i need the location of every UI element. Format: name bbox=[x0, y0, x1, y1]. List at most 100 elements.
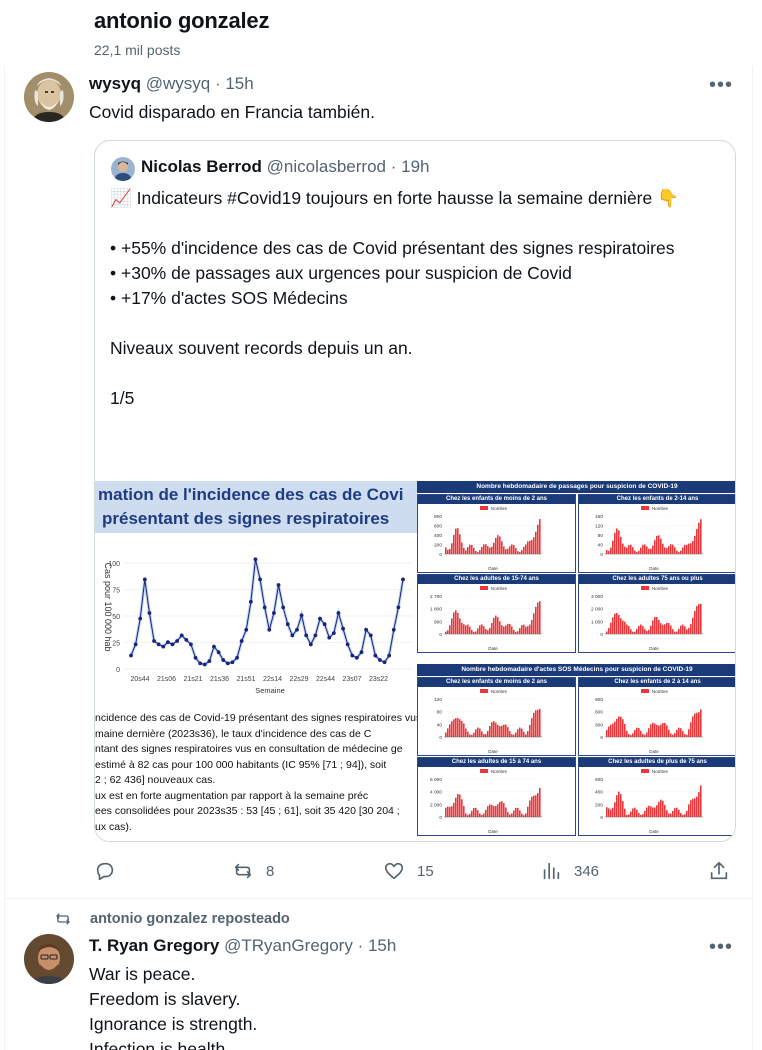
mini-bar bbox=[519, 552, 521, 554]
chart-point bbox=[138, 616, 143, 621]
chart-point bbox=[396, 605, 401, 610]
like-button[interactable]: 15 bbox=[383, 857, 434, 885]
chart-xtick: 22s14 bbox=[263, 676, 282, 683]
mini-bar bbox=[449, 625, 451, 634]
mini-bar bbox=[696, 712, 698, 737]
slide-description-line: ux cas). bbox=[95, 820, 132, 833]
mini-bar bbox=[527, 806, 529, 817]
incidence-slide-image[interactable]: mation de l'incidence des cas de Covi pr… bbox=[95, 481, 417, 841]
mini-bar bbox=[608, 628, 610, 634]
mini-bar bbox=[666, 547, 668, 554]
mini-bar bbox=[678, 727, 680, 737]
display-name[interactable]: T. Ryan Gregory bbox=[89, 936, 219, 955]
chart-point bbox=[368, 633, 373, 638]
quote-display-name[interactable]: Nicolas Berrod bbox=[141, 157, 262, 176]
chart-ylabel: Cas pour 100 000 hab bbox=[103, 562, 113, 651]
mini-bar bbox=[499, 536, 501, 554]
mini-ytick: 120 bbox=[434, 697, 442, 703]
mini-bar bbox=[465, 550, 467, 554]
like-icon bbox=[384, 862, 404, 880]
mini-bar bbox=[487, 806, 489, 817]
quote-tweet[interactable]: Nicolas Berrod @nicolasberrod · 19h 📈 In… bbox=[94, 140, 736, 842]
chart-point bbox=[129, 653, 133, 658]
handle[interactable]: @TRyanGregory bbox=[224, 936, 353, 955]
mini-bar bbox=[483, 544, 485, 554]
grid-header-top: Nombre hebdomadaire de passages pour sus… bbox=[417, 481, 735, 493]
mini-bar bbox=[477, 552, 479, 554]
avatar[interactable] bbox=[24, 934, 74, 984]
quote-media[interactable]: mation de l'incidence des cas de Covi pr… bbox=[95, 481, 735, 841]
avatar[interactable] bbox=[24, 72, 74, 122]
chart-point bbox=[341, 626, 345, 631]
mini-bar bbox=[487, 630, 489, 634]
display-name[interactable]: wysyq bbox=[89, 74, 141, 93]
mini-ytick: 0 bbox=[439, 735, 442, 741]
chart-point bbox=[281, 605, 286, 610]
chart-point bbox=[336, 611, 341, 615]
mini-bar bbox=[642, 544, 644, 554]
share-button[interactable] bbox=[708, 857, 730, 885]
tweet[interactable]: wysyq @wysyq · 15h ••• Covid disparado e… bbox=[5, 0, 750, 900]
mini-ytick: 600 bbox=[595, 710, 603, 716]
mini-bar bbox=[622, 801, 624, 817]
chart-point bbox=[401, 577, 405, 582]
chart-point bbox=[221, 658, 226, 662]
mini-bar bbox=[479, 813, 481, 817]
quote-timestamp[interactable]: · 19h bbox=[391, 157, 430, 176]
mini-ytick: 2 000 bbox=[430, 802, 442, 808]
handle[interactable]: @wysyq bbox=[146, 74, 211, 93]
mini-bar bbox=[606, 550, 608, 554]
mini-bar bbox=[650, 806, 652, 817]
legend-label: Nombre bbox=[652, 586, 669, 591]
repost-button[interactable]: 8 bbox=[232, 857, 274, 885]
quote-handle[interactable]: @nicolasberrod bbox=[267, 157, 386, 176]
mini-ytick: 6 000 bbox=[430, 777, 442, 783]
tweet[interactable]: T. Ryan Gregory @TRyanGregory · 15h ••• … bbox=[5, 900, 750, 1050]
mini-bar bbox=[445, 547, 447, 554]
mini-bar bbox=[471, 545, 473, 554]
mini-bar bbox=[614, 532, 616, 554]
chart-xlabel: Semaine bbox=[255, 686, 285, 695]
mini-bar bbox=[529, 540, 531, 554]
reply-button[interactable] bbox=[94, 857, 116, 885]
legend-label: Nombre bbox=[491, 689, 508, 694]
legend-label: Nombre bbox=[652, 506, 669, 511]
mini-bar bbox=[467, 815, 469, 817]
mini-bar bbox=[539, 708, 541, 737]
quote-avatar[interactable] bbox=[111, 157, 135, 181]
mini-bar bbox=[471, 629, 473, 634]
mini-bar bbox=[453, 719, 455, 737]
mini-bar bbox=[674, 547, 676, 554]
mini-bar bbox=[610, 622, 612, 634]
mini-chart: Chez les enfants de 2-14 ans Nombre 160 120… bbox=[578, 494, 735, 573]
mini-bar bbox=[485, 629, 487, 634]
mini-bar bbox=[449, 806, 451, 817]
mini-bar bbox=[513, 629, 515, 634]
mini-bar bbox=[473, 808, 475, 817]
mini-bar bbox=[636, 809, 638, 817]
mini-bar bbox=[487, 546, 489, 554]
mini-bar bbox=[690, 800, 692, 817]
timestamp[interactable]: · 15h bbox=[358, 936, 397, 955]
mini-xlabel: Date bbox=[488, 566, 498, 571]
mini-bar bbox=[634, 807, 636, 817]
mini-bar bbox=[654, 540, 656, 554]
mini-bar bbox=[650, 548, 652, 554]
mini-chart: Chez les adultes de 15-74 ans Nombre 2 700… bbox=[417, 574, 576, 653]
legend-swatch bbox=[480, 689, 488, 693]
mini-bar bbox=[672, 810, 674, 817]
timestamp[interactable]: · 15h bbox=[215, 74, 254, 93]
chart-point bbox=[216, 650, 221, 655]
mini-bar bbox=[642, 814, 644, 817]
mini-bar bbox=[658, 725, 660, 737]
mini-xlabel: Date bbox=[488, 829, 498, 834]
mini-bar bbox=[445, 732, 447, 737]
er-visits-grid-image[interactable]: Nombre hebdomadaire de passages pour sus… bbox=[417, 481, 735, 841]
views-button[interactable]: 346 bbox=[540, 857, 599, 885]
more-icon[interactable]: ••• bbox=[709, 75, 733, 100]
mini-bar bbox=[507, 812, 509, 817]
mini-bar bbox=[511, 813, 513, 817]
mini-bar bbox=[622, 620, 624, 634]
mini-ytick: 40 bbox=[437, 722, 443, 728]
more-icon[interactable]: ••• bbox=[709, 937, 733, 962]
